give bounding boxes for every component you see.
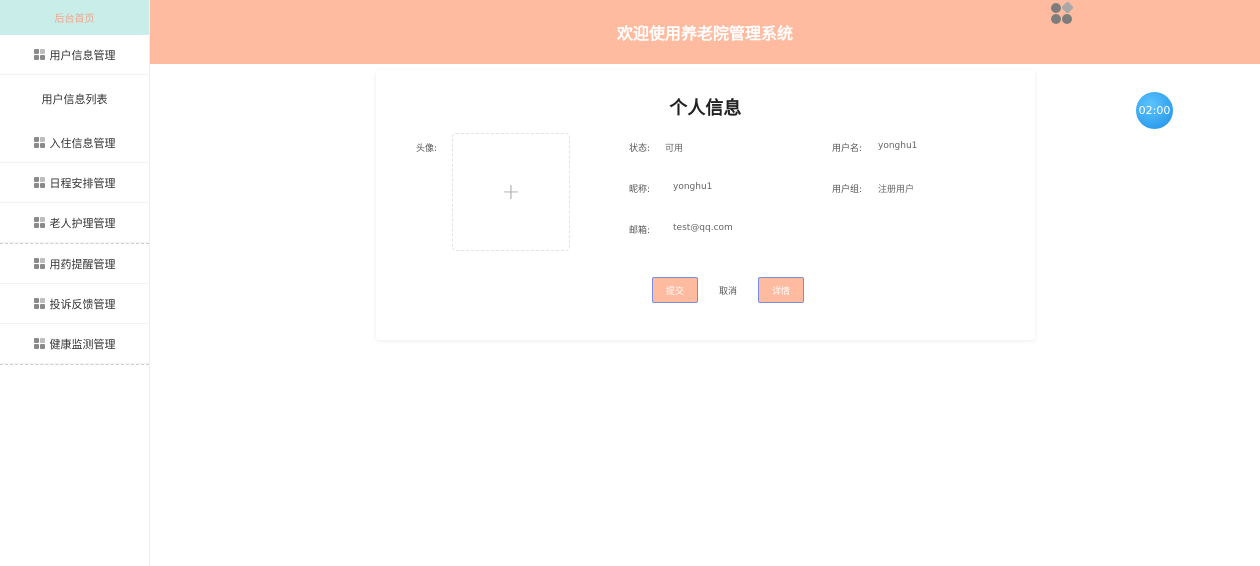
submit-button[interactable]: 提交: [652, 277, 698, 303]
menu-grid-icon: [33, 176, 46, 189]
username-field[interactable]: yonghu1: [878, 141, 917, 151]
sidebar-item-label: 用药提醒管理: [49, 257, 116, 271]
sidebar-item-complaints[interactable]: 投诉反馈管理: [0, 284, 149, 324]
plus-icon: +: [501, 179, 521, 205]
menu-grid-icon: [33, 216, 46, 229]
sidebar-item-health[interactable]: 健康监测管理: [0, 324, 149, 364]
menu-grid-icon: [33, 337, 46, 350]
nickname-label: 昵称:: [629, 185, 651, 195]
sidebar-item-checkin[interactable]: 入住信息管理: [0, 123, 149, 163]
status-value: 可用: [665, 144, 684, 154]
profile-card: 个人信息 头像: + 状态: 可用 用户名: yonghu1 昵称: yongh…: [376, 70, 1035, 340]
sidebar-item-label: 用户信息管理: [49, 48, 116, 62]
grid-cluster-icon[interactable]: [1050, 1, 1074, 26]
sidebar-item-medication[interactable]: 用药提醒管理: [0, 244, 149, 284]
sidebar-item-label: 投诉反馈管理: [49, 297, 116, 311]
email-label: 邮箱:: [629, 226, 651, 236]
cancel-button[interactable]: 取消: [706, 277, 750, 303]
detail-button[interactable]: 详情: [758, 277, 804, 303]
sidebar: 后台首页 用户信息管理 用户信息列表 入住信息管理 日程安排管理 老人护理管理 …: [0, 0, 150, 566]
avatar-upload[interactable]: +: [452, 133, 570, 251]
menu-grid-icon: [33, 257, 46, 270]
user-group-value: 注册用户: [878, 185, 915, 195]
sidebar-subitem-user-list[interactable]: 用户信息列表: [0, 75, 149, 123]
avatar-label: 头像:: [416, 144, 438, 154]
menu-grid-icon: [33, 297, 46, 310]
app-root: 后台首页 用户信息管理 用户信息列表 入住信息管理 日程安排管理 老人护理管理 …: [0, 0, 1260, 566]
page-title: 个人信息: [669, 98, 742, 119]
sidebar-item-user-info[interactable]: 用户信息管理: [0, 35, 149, 75]
sidebar-item-label: 健康监测管理: [49, 337, 116, 351]
top-header: 欢迎使用养老院管理系统: [150, 0, 1260, 64]
sidebar-item-elder-care[interactable]: 老人护理管理: [0, 203, 149, 243]
sidebar-home[interactable]: 后台首页: [0, 0, 149, 35]
header-title: 欢迎使用养老院管理系统: [616, 24, 793, 43]
sidebar-item-schedule[interactable]: 日程安排管理: [0, 163, 149, 203]
menu-grid-icon: [33, 48, 46, 61]
email-field[interactable]: test@qq.com: [673, 223, 733, 233]
sidebar-divider: [0, 364, 149, 365]
sidebar-item-label: 日程安排管理: [49, 176, 116, 190]
status-label: 状态:: [629, 144, 651, 154]
timer-badge[interactable]: 02:00: [1136, 92, 1173, 129]
sidebar-item-label: 老人护理管理: [49, 216, 116, 230]
username-label: 用户名:: [832, 144, 863, 154]
nickname-field[interactable]: yonghu1: [673, 182, 712, 192]
user-group-label: 用户组:: [832, 185, 863, 195]
menu-grid-icon: [33, 136, 46, 149]
sidebar-item-label: 入住信息管理: [49, 136, 116, 150]
